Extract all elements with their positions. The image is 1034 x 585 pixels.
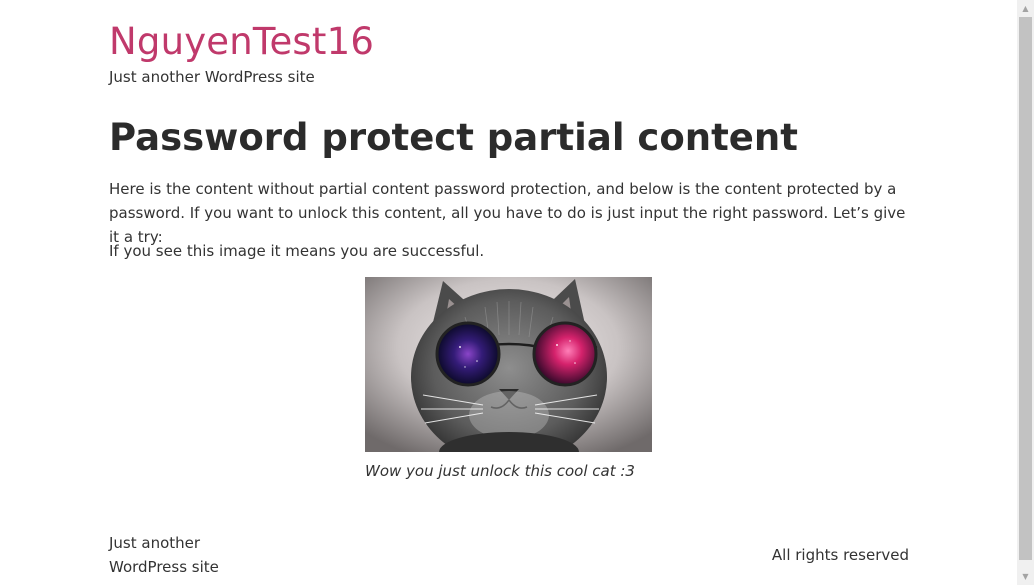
post-title: Password protect partial content <box>109 116 798 159</box>
footer-tagline: Just another WordPress site <box>109 534 219 576</box>
footer-copyright: All rights reserved <box>771 546 909 564</box>
cat-figure: Wow you just unlock this cool cat :3 <box>365 277 652 480</box>
vertical-scrollbar[interactable]: ▲ ▼ <box>1017 0 1034 585</box>
site-title-link[interactable]: NguyenTest16 <box>109 19 374 65</box>
image-caption: Wow you just unlock this cool cat :3 <box>365 462 635 480</box>
scrollbar-thumb[interactable] <box>1019 17 1032 560</box>
cat-sunglasses-image <box>365 277 652 452</box>
site-tagline: Just another WordPress site <box>109 68 315 86</box>
scroll-up-arrow-icon[interactable]: ▲ <box>1017 0 1034 17</box>
scroll-down-arrow-icon[interactable]: ▼ <box>1017 568 1034 585</box>
success-message: If you see this image it means you are s… <box>109 242 485 260</box>
browser-viewport: NguyenTest16 Just another WordPress site… <box>0 0 1034 585</box>
